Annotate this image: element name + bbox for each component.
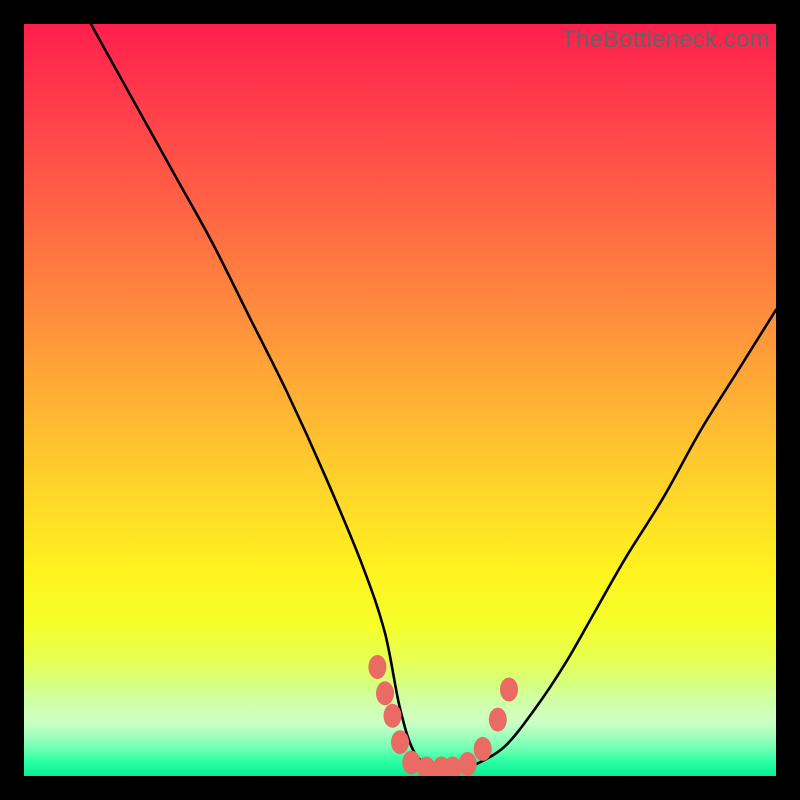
bottleneck-curve-path <box>24 24 776 771</box>
curve-marker <box>459 752 477 776</box>
curve-marker <box>500 678 518 702</box>
curve-marker <box>368 655 386 679</box>
curve-marker <box>489 708 507 732</box>
curve-marker <box>384 704 402 728</box>
curve-marker <box>474 737 492 761</box>
watermark-text: TheBottleneck.com <box>561 26 770 54</box>
bottleneck-curve-svg <box>24 24 776 776</box>
chart-frame: TheBottleneck.com <box>0 0 800 800</box>
curve-marker <box>391 730 409 754</box>
curve-marker <box>376 681 394 705</box>
curve-markers <box>368 655 518 776</box>
